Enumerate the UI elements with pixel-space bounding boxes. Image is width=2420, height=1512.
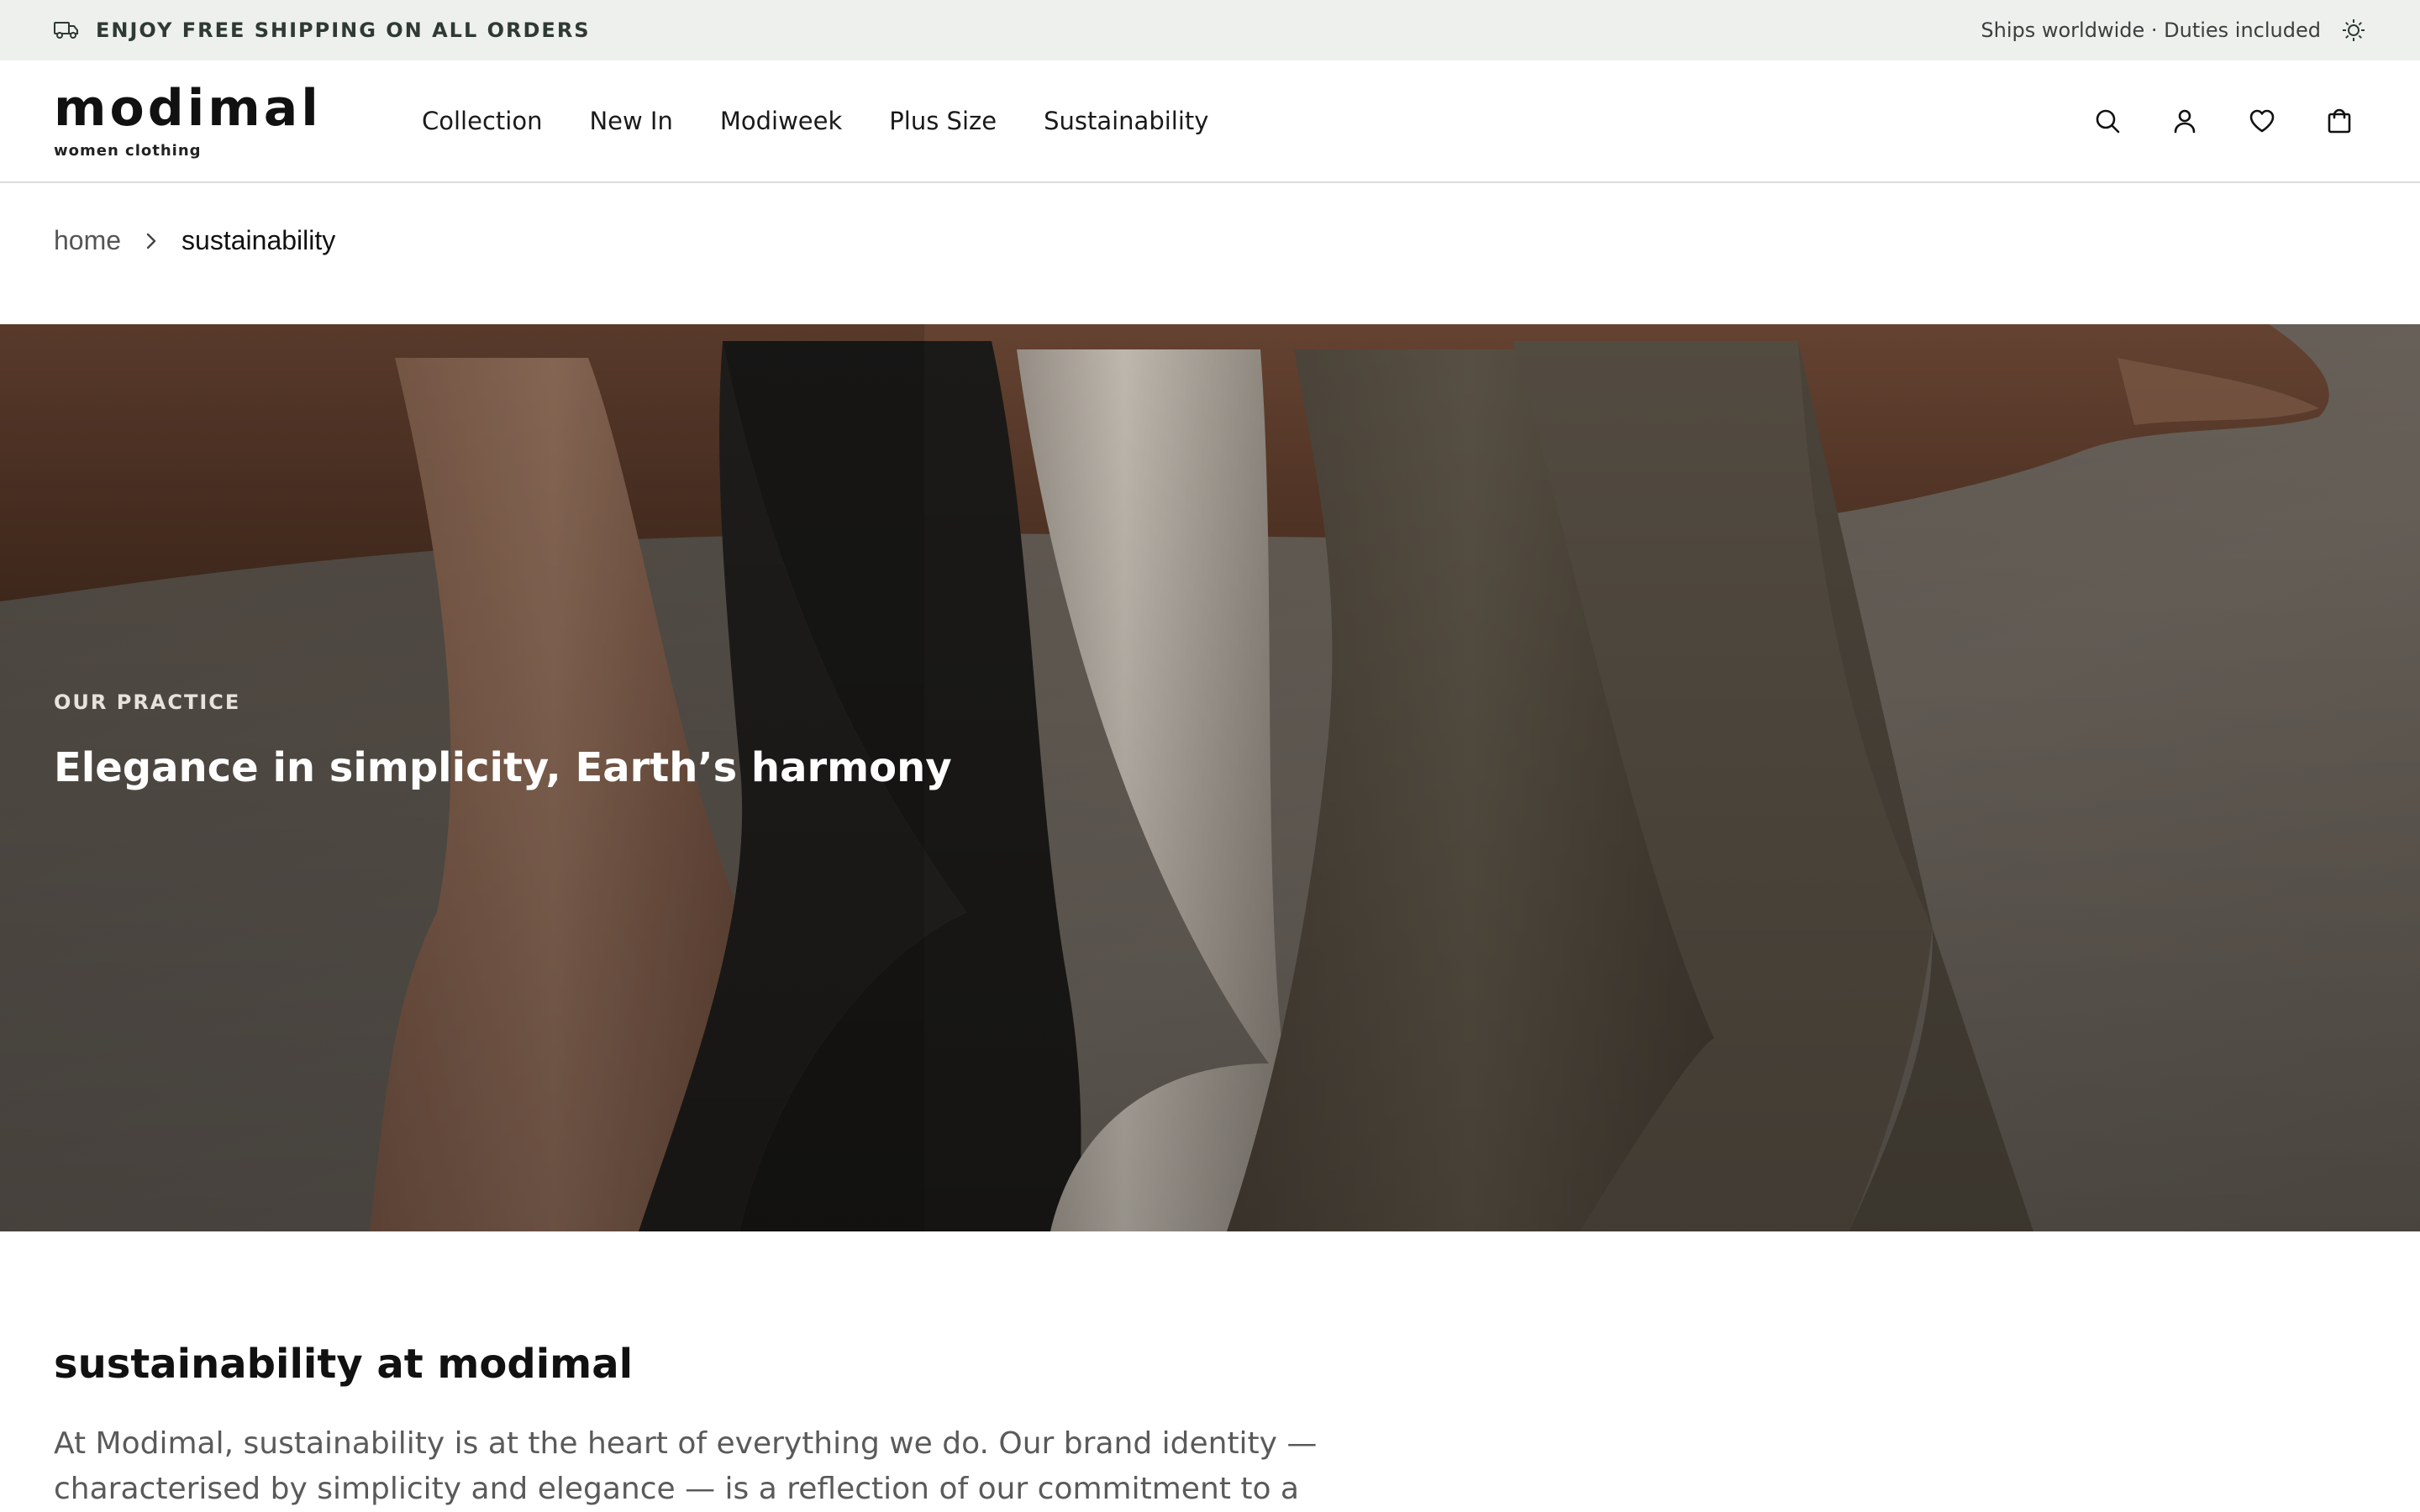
hero-eyebrow: OUR PRACTICE — [54, 690, 241, 714]
shipping-note: Ships worldwide · Duties included — [1981, 18, 2321, 42]
search-icon[interactable] — [2092, 106, 2123, 136]
nav-item-modiweek[interactable]: Modiweek — [720, 107, 842, 135]
nav-item-sustainability[interactable]: Sustainability — [1044, 107, 1208, 135]
site-header: modimal women clothing Collection New In… — [0, 60, 2420, 183]
logo-tagline: women clothing — [54, 141, 202, 160]
section-body: At Modimal, sustainability is at the hea… — [54, 1426, 1318, 1506]
chevron-right-icon — [145, 231, 158, 251]
announcement-bar: ENJOY FREE SHIPPING ON ALL ORDERS Ships … — [0, 0, 2420, 60]
breadcrumb-current: sustainability — [182, 225, 336, 255]
nav-item-new-in[interactable]: New In — [589, 107, 672, 135]
logo-wordmark: modimal — [54, 78, 322, 138]
free-shipping-text: ENJOY FREE SHIPPING ON ALL ORDERS — [96, 18, 591, 42]
user-icon[interactable] — [2170, 106, 2200, 136]
truck-icon — [54, 21, 79, 39]
breadcrumb: home sustainability — [54, 225, 335, 256]
hero-banner: OUR PRACTICE Elegance in simplicity, Ear… — [0, 324, 2420, 1231]
heart-icon[interactable] — [2247, 106, 2277, 136]
sun-icon[interactable] — [2341, 18, 2366, 43]
bag-icon[interactable] — [2324, 106, 2354, 136]
main-nav: Collection New In Modiweek Plus Size Sus… — [422, 107, 1208, 135]
header-actions — [2092, 106, 2366, 136]
section-title: sustainability at modimal — [54, 1341, 634, 1388]
announcement-right: Ships worldwide · Duties included — [1981, 18, 2366, 43]
hero-headline: Elegance in simplicity, Earth’s harmony — [54, 744, 952, 791]
breadcrumb-home[interactable]: home — [54, 225, 121, 256]
brand-logo[interactable]: modimal women clothing — [54, 83, 339, 160]
announcement-left: ENJOY FREE SHIPPING ON ALL ORDERS — [54, 18, 591, 42]
sustainability-section: sustainability at modimal At Modimal, su… — [54, 1341, 1365, 1512]
nav-item-plus-size[interactable]: Plus Size — [889, 107, 997, 135]
nav-item-collection[interactable]: Collection — [422, 107, 542, 135]
